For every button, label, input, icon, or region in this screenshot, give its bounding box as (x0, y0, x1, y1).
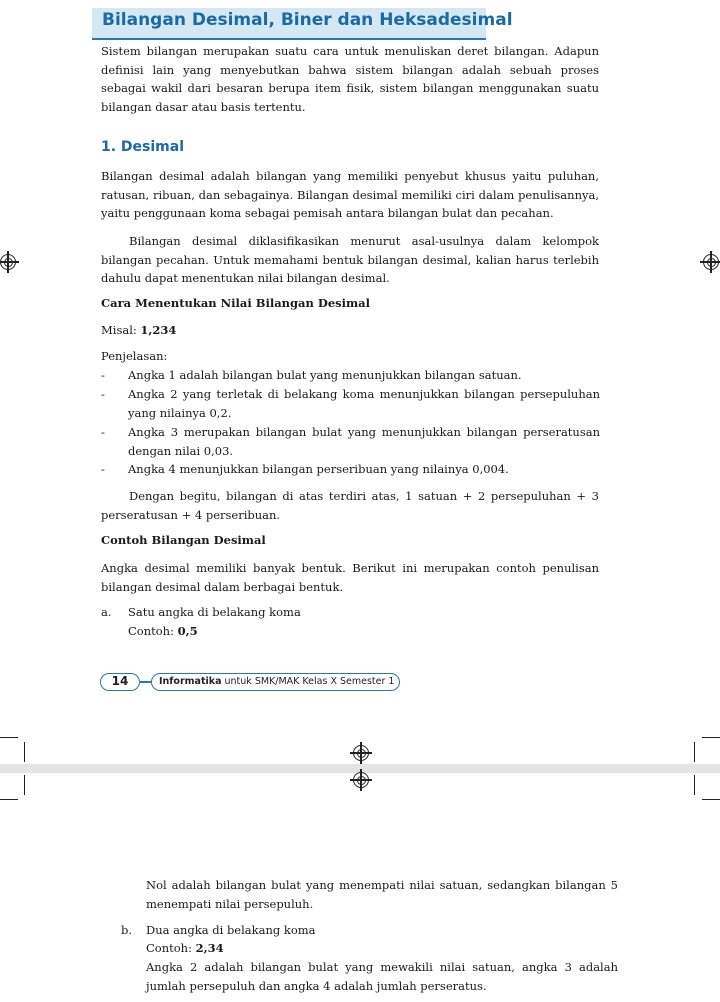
subheading-contoh: Contoh Bilangan Desimal (101, 533, 266, 547)
penjelasan-item: Angka 4 menunjukkan bilangan perseribuan… (128, 462, 509, 476)
bullet-dash: - (101, 462, 105, 476)
item-b-contoh: Contoh: 2,34 (146, 939, 224, 958)
page-number: 14 (100, 673, 140, 691)
crop-mark (0, 737, 18, 738)
contoh-label: Contoh: (128, 624, 174, 638)
registration-mark-icon (700, 251, 720, 273)
next-page-continuation: Nol adalah bilangan bulat yang menempati… (146, 878, 618, 911)
item-a-title: Satu angka di belakang koma (128, 605, 301, 619)
penjelasan-item: Angka 3 merupakan bilangan bulat yang me… (128, 425, 600, 458)
registration-mark-icon (0, 251, 19, 273)
crop-mark (702, 737, 720, 738)
section-heading-desimal: 1. Desimal (101, 139, 185, 155)
contoh-value: 0,5 (177, 624, 198, 638)
contoh-value: 2,34 (195, 941, 224, 955)
misal-label: Misal: (101, 323, 137, 337)
item-a-marker: a. (101, 605, 112, 619)
penjelasan-item: Angka 1 adalah bilangan bulat yang menun… (128, 368, 522, 382)
subheading-cara-menentukan: Cara Menentukan Nilai Bilangan Desimal (101, 296, 370, 310)
page-title: Bilangan Desimal, Biner dan Heksadesimal (102, 10, 513, 30)
misal-value: 1,234 (140, 323, 177, 337)
footer-book-title: Informatika untuk SMK/MAK Kelas X Semest… (151, 673, 400, 691)
bullet-dash: - (101, 425, 105, 439)
contoh-label: Contoh: (146, 941, 192, 955)
contoh-paragraph: Angka desimal memiliki banyak bentuk. Be… (101, 561, 599, 594)
footer-book-rest: untuk SMK/MAK Kelas X Semester 1 (221, 676, 395, 687)
penjelasan-label: Penjelasan: (101, 349, 168, 363)
crop-mark (694, 775, 695, 795)
intro-paragraph: Sistem bilangan merupakan suatu cara unt… (101, 44, 599, 114)
crop-mark (0, 799, 18, 800)
registration-mark-icon (350, 769, 372, 791)
bullet-dash: - (101, 387, 105, 401)
crop-mark (24, 742, 25, 762)
footer-book-bold: Informatika (159, 676, 222, 687)
summary-paragraph: Dengan begitu, bilangan di atas terdiri … (101, 489, 599, 522)
penjelasan-item: Angka 2 yang terletak di belakang koma m… (128, 387, 600, 420)
item-b-title: Dua angka di belakang koma (146, 923, 316, 937)
crop-mark (24, 775, 25, 795)
item-a-contoh: Contoh: 0,5 (128, 622, 198, 641)
misal-line: Misal: 1,234 (101, 321, 176, 340)
item-b-marker: b. (121, 923, 133, 937)
desimal-paragraph-2: Bilangan desimal diklasifikasikan menuru… (101, 234, 599, 285)
item-b-description: Angka 2 adalah bilangan bulat yang mewak… (146, 960, 618, 993)
crop-mark (702, 799, 720, 800)
desimal-paragraph-1: Bilangan desimal adalah bilangan yang me… (101, 169, 599, 220)
bullet-dash: - (101, 368, 105, 382)
registration-mark-icon (350, 742, 372, 764)
crop-mark (694, 742, 695, 762)
